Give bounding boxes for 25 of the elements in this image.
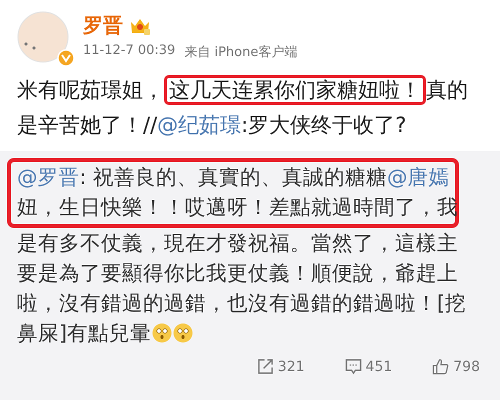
- avatar[interactable]: [17, 11, 69, 63]
- share-icon: [256, 358, 274, 375]
- comment-icon: [344, 358, 362, 375]
- comment-stat[interactable]: 451: [344, 358, 392, 375]
- repost-text: 啦，沒有錯過的過錯，也沒有過錯的錯過啦！[挖: [17, 290, 466, 317]
- post-source: 来自 iPhone客户端: [184, 44, 298, 61]
- author-name[interactable]: 罗晋: [83, 12, 123, 39]
- post-text: 真的: [426, 78, 468, 102]
- dizzy-face-icon: [152, 323, 172, 343]
- repost-text: 鼻屎]有點兒暈: [17, 320, 151, 347]
- post-text: 米有呢茹璟姐，: [17, 78, 164, 102]
- highlighted-text: 这几天连累你们家糖妞啦！: [164, 75, 426, 105]
- dizzy-face-icon: [173, 323, 193, 343]
- post-time: 11-12-7 00:39: [83, 43, 176, 60]
- repost-stat[interactable]: 321: [256, 358, 305, 375]
- mention-link[interactable]: @纪茹璟: [157, 113, 242, 137]
- repost-text: : 祝善良的、真實的、真誠的糖糖: [80, 164, 387, 191]
- repost-text: 要是為了要顯得你比我更仗義！順便說，爺趕上: [17, 260, 458, 287]
- like-stat[interactable]: 798: [432, 358, 480, 375]
- post-text: 是辛苦她了！//: [17, 113, 158, 137]
- post-text: :罗大侠终于收了?: [241, 113, 406, 137]
- mention-link[interactable]: @罗晋: [17, 162, 80, 192]
- thumbs-up-icon: [432, 358, 450, 375]
- mention-link[interactable]: @唐嫣: [386, 162, 450, 192]
- repost-text: 是有多不仗義，現在才發祝福。當然了，這樣主: [17, 230, 458, 257]
